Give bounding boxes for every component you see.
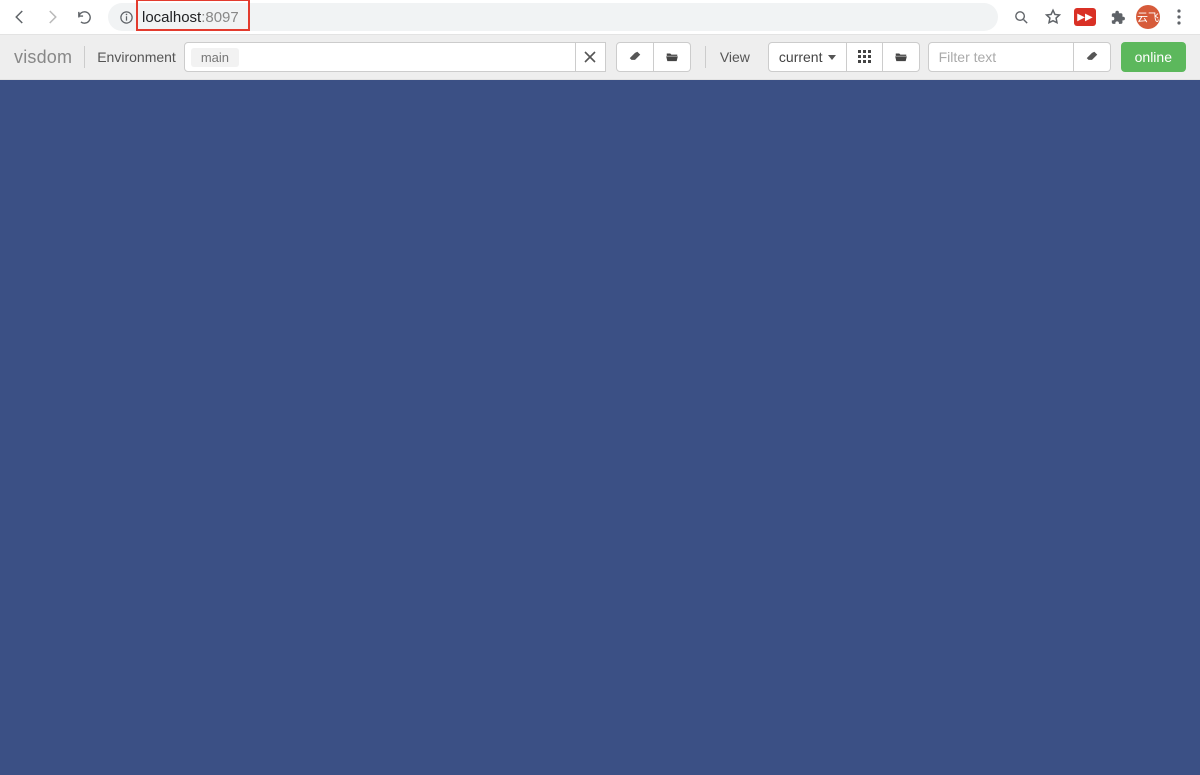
- environment-label: Environment: [97, 49, 176, 65]
- extensions-button[interactable]: [1104, 4, 1130, 30]
- arrow-right-icon: [43, 8, 61, 26]
- connection-status[interactable]: online: [1121, 42, 1186, 72]
- magnifier-icon: [1013, 9, 1030, 26]
- folder-open-icon: [893, 50, 909, 64]
- eraser-icon: [1084, 50, 1100, 64]
- puzzle-icon: [1109, 9, 1126, 26]
- profile-avatar[interactable]: 云飞: [1136, 5, 1160, 29]
- brand-label: visdom: [14, 47, 72, 68]
- environment-select[interactable]: main: [184, 42, 576, 72]
- site-info-icon[interactable]: [118, 9, 134, 25]
- view-select[interactable]: current: [768, 42, 848, 72]
- visdom-toolbar: visdom Environment main View current: [0, 34, 1200, 80]
- divider: [705, 46, 706, 68]
- chrome-right-controls: ▶▶ 云飞: [1008, 4, 1194, 30]
- repack-button[interactable]: [847, 42, 883, 72]
- address-bar[interactable]: localhost:8097: [108, 3, 998, 31]
- address-text: localhost:8097: [142, 9, 239, 26]
- view-label: View: [720, 49, 750, 65]
- environment-chip[interactable]: main: [191, 48, 239, 67]
- view-button-group: current: [768, 42, 921, 72]
- folder-open-icon: [664, 50, 680, 64]
- arrow-left-icon: [11, 8, 29, 26]
- reload-button[interactable]: [70, 3, 98, 31]
- back-button[interactable]: [6, 3, 34, 31]
- forward-button[interactable]: [38, 3, 66, 31]
- divider: [84, 46, 85, 68]
- chevron-down-icon: [828, 55, 836, 60]
- env-button-group: [616, 42, 691, 72]
- eraser-icon: [627, 50, 643, 64]
- reload-icon: [76, 9, 93, 26]
- chrome-menu-button[interactable]: [1166, 4, 1192, 30]
- star-icon: [1044, 8, 1062, 26]
- grid-icon: [858, 50, 872, 64]
- search-omnibox-icon[interactable]: [1008, 4, 1034, 30]
- environment-clear-button[interactable]: [576, 42, 606, 72]
- youtube-ext-icon: ▶▶: [1074, 8, 1096, 26]
- clear-env-button[interactable]: [616, 42, 654, 72]
- view-selected-value: current: [779, 49, 823, 65]
- filter-clear-button[interactable]: [1074, 42, 1111, 72]
- visdom-canvas[interactable]: [0, 80, 1200, 775]
- close-icon: [584, 51, 596, 63]
- bookmark-star-icon[interactable]: [1040, 4, 1066, 30]
- extension-youtube[interactable]: ▶▶: [1072, 4, 1098, 30]
- browser-chrome: localhost:8097 ▶▶ 云飞: [0, 0, 1200, 34]
- kebab-icon: [1177, 9, 1181, 25]
- filter-input[interactable]: [928, 42, 1074, 72]
- manage-env-button[interactable]: [654, 42, 691, 72]
- manage-views-button[interactable]: [883, 42, 920, 72]
